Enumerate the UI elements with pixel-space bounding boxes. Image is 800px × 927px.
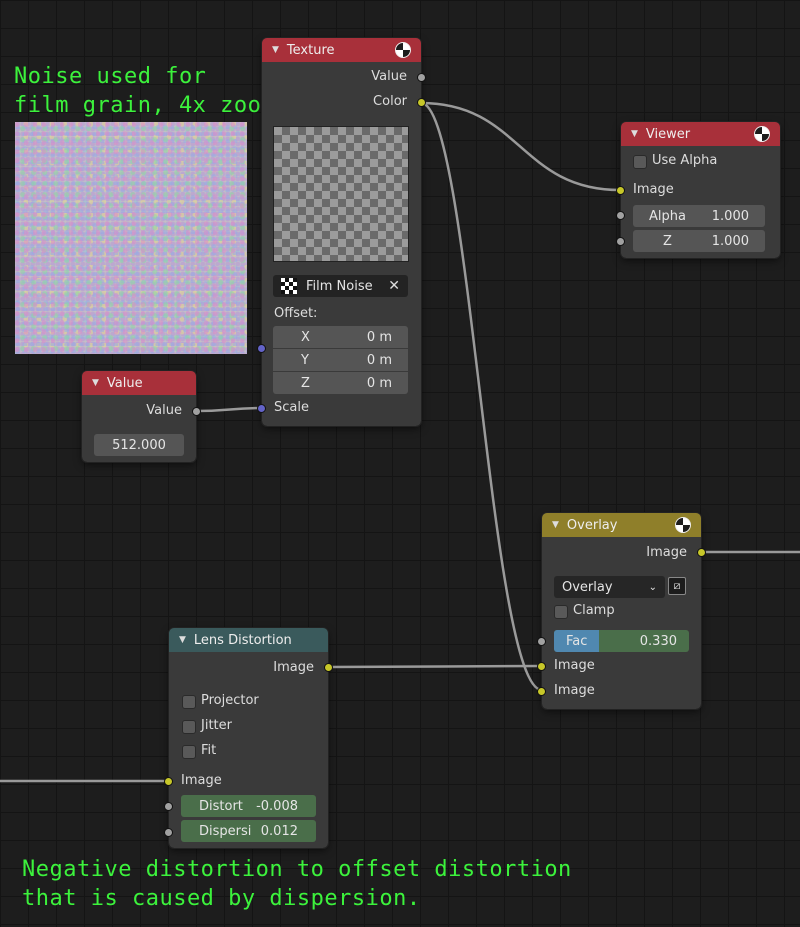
clamp-checkbox[interactable] — [554, 605, 568, 619]
value-output-label: Value — [146, 403, 182, 418]
lens-output-socket[interactable] — [324, 663, 333, 672]
fac-slider[interactable]: Fac 0.330 — [554, 630, 689, 652]
link-color-to-viewer — [419, 101, 622, 192]
texture-preview — [273, 126, 409, 262]
lens-input-label: Image — [181, 773, 222, 788]
scale-label: Scale — [274, 400, 309, 415]
projector-checkbox[interactable] — [182, 695, 196, 709]
jitter-label: Jitter — [201, 718, 232, 733]
offset-z-field[interactable]: Z 0 m — [273, 372, 408, 394]
fit-label: Fit — [201, 743, 217, 758]
overlay-node-title: Overlay — [566, 517, 618, 533]
noise-preview-image — [15, 122, 247, 354]
output-value-label: Value — [371, 69, 407, 84]
overlay-image1-label: Image — [554, 658, 595, 673]
lens-distortion-node-header[interactable]: ▼ Lens Distortion — [169, 628, 328, 652]
texture-checker-icon — [281, 278, 297, 294]
overlay-output-label: Image — [646, 545, 687, 560]
value-number-field[interactable]: 512.000 — [94, 434, 184, 456]
noise-frame-label: Noise used for film grain, 4x zoom. — [14, 64, 289, 118]
overlay-node[interactable]: ▼ Overlay Image Overlay ⌄ ⧄ Clamp Fac 0.… — [537, 512, 706, 710]
viewer-image-socket[interactable] — [616, 186, 625, 195]
offset-x-field[interactable]: X 0 m — [273, 326, 408, 348]
offset-input-socket[interactable] — [257, 344, 266, 353]
value-node-header[interactable]: ▼ Value — [82, 371, 196, 395]
output-value-socket[interactable] — [417, 73, 426, 82]
viewer-node[interactable]: ▼ Viewer Use Alpha Image Alpha 1.000 Z 1… — [616, 121, 781, 259]
texture-selector[interactable]: Film Noise ✕ — [273, 275, 408, 297]
clear-x-icon[interactable]: ✕ — [388, 278, 400, 294]
lens-output-label: Image — [273, 660, 314, 675]
link-value-to-scale — [194, 406, 264, 413]
offset-y-field[interactable]: Y 0 m — [273, 349, 408, 371]
fac-value: 0.330 — [639, 633, 677, 649]
alpha-toggle-icon[interactable]: ⧄ — [668, 577, 686, 595]
fac-socket[interactable] — [537, 637, 546, 646]
texture-name: Film Noise — [306, 278, 373, 294]
viewer-node-header[interactable]: ▼ Viewer — [621, 122, 780, 146]
blend-mode-dropdown[interactable]: Overlay ⌄ — [554, 576, 665, 598]
overlay-image2-socket[interactable] — [537, 687, 546, 696]
preview-sphere-icon[interactable] — [395, 42, 411, 58]
dispersion-field[interactable]: Dispersi 0.012 — [181, 820, 316, 842]
lens-input-socket[interactable] — [164, 777, 173, 786]
link-lens-to-overlay — [327, 664, 544, 669]
use-alpha-checkbox[interactable] — [633, 155, 647, 169]
viewer-z-socket[interactable] — [616, 237, 625, 246]
texture-node-header[interactable]: ▼ Texture — [262, 38, 421, 62]
collapse-triangle-icon[interactable]: ▼ — [92, 378, 99, 388]
viewer-node-title: Viewer — [645, 126, 691, 142]
overlay-image1-socket[interactable] — [537, 662, 546, 671]
preview-sphere-icon[interactable] — [754, 126, 770, 142]
dispersion-socket[interactable] — [164, 828, 173, 837]
texture-node[interactable]: ▼ Texture Value Color Film Noise ✕ Offse… — [257, 37, 426, 427]
viewer-alpha-socket[interactable] — [616, 211, 625, 220]
viewer-alpha-field[interactable]: Alpha 1.000 — [633, 205, 765, 227]
output-color-label: Color — [373, 94, 407, 109]
overlay-node-header[interactable]: ▼ Overlay — [542, 513, 701, 537]
value-node-title: Value — [106, 375, 143, 391]
link-color-to-overlay — [419, 101, 544, 692]
lens-distortion-node[interactable]: ▼ Lens Distortion Image Projector Jitter… — [164, 627, 333, 849]
fit-checkbox[interactable] — [182, 745, 196, 759]
texture-node-title: Texture — [286, 42, 335, 58]
lens-distortion-node-title: Lens Distortion — [193, 632, 292, 648]
collapse-triangle-icon[interactable]: ▼ — [552, 520, 559, 530]
distort-socket[interactable] — [164, 802, 173, 811]
chevron-down-icon: ⌄ — [648, 581, 657, 593]
use-alpha-label: Use Alpha — [652, 153, 718, 168]
projector-label: Projector — [201, 693, 259, 708]
collapse-triangle-icon[interactable]: ▼ — [179, 635, 186, 645]
overlay-output-socket[interactable] — [697, 548, 706, 557]
scale-input-socket[interactable] — [257, 404, 266, 413]
collapse-triangle-icon[interactable]: ▼ — [631, 129, 638, 139]
collapse-triangle-icon[interactable]: ▼ — [272, 45, 279, 55]
offset-label: Offset: — [274, 306, 318, 321]
output-color-socket[interactable] — [417, 98, 426, 107]
distortion-frame-label: Negative distortion to offset distortion… — [22, 857, 572, 911]
value-node[interactable]: ▼ Value Value 512.000 — [81, 370, 201, 463]
value-output-socket[interactable] — [192, 407, 201, 416]
viewer-z-field[interactable]: Z 1.000 — [633, 230, 765, 252]
viewer-image-label: Image — [633, 182, 674, 197]
preview-sphere-icon[interactable] — [675, 517, 691, 533]
clamp-label: Clamp — [573, 603, 615, 618]
jitter-checkbox[interactable] — [182, 720, 196, 734]
distort-field[interactable]: Distort -0.008 — [181, 795, 316, 817]
fac-label: Fac — [566, 633, 588, 649]
overlay-image2-label: Image — [554, 683, 595, 698]
